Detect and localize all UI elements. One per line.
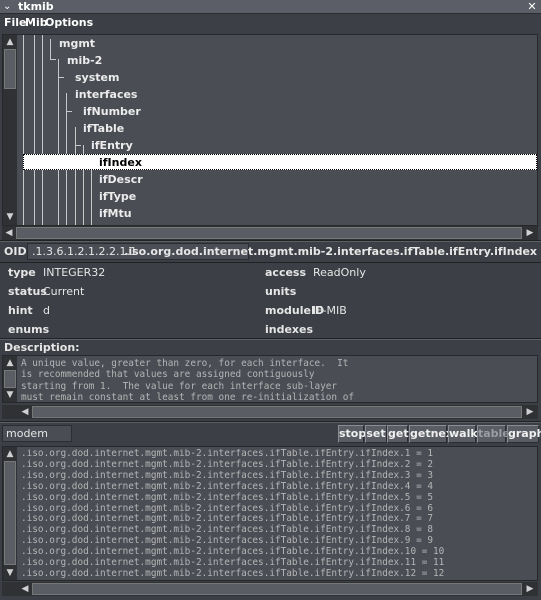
window-title: tkmib	[18, 0, 54, 13]
tree-node-iftype[interactable]: ifType	[99, 190, 136, 204]
divider	[0, 421, 541, 423]
output-panel: ▲ ▼ .iso.org.dod.internet.mgmt.mib-2.int…	[2, 446, 538, 581]
access-value: ReadOnly	[313, 266, 366, 279]
tree-node-iftable[interactable]: ifTable	[83, 122, 124, 136]
scroll-up-icon[interactable]: ▲	[4, 357, 16, 369]
enums-label: enums	[8, 323, 50, 336]
tree-node-system[interactable]: system	[75, 71, 119, 85]
close-icon[interactable]: ✕	[526, 1, 538, 13]
tree-hscroll-thumb[interactable]	[16, 227, 522, 239]
description-line: is recommended that values are assigned …	[21, 369, 315, 381]
description-line: starting from 1. The value for each inte…	[21, 380, 338, 392]
description-line: must remain constant at least from one r…	[21, 391, 355, 402]
scroll-up-icon[interactable]: ▲	[4, 448, 16, 460]
tree-node-ifdescr[interactable]: ifDescr	[99, 173, 143, 187]
divider	[0, 240, 541, 242]
tree-node-mgmt[interactable]: mgmt	[59, 37, 95, 51]
description-hscroll-thumb[interactable]	[32, 406, 522, 418]
scroll-down-icon[interactable]: ▼	[4, 211, 16, 223]
menu-file[interactable]: File	[4, 16, 27, 29]
tree-horizontal-scrollbar[interactable]: ◀ ▶	[2, 226, 538, 240]
properties-panel: type INTEGER32 access ReadOnly status Cu…	[0, 262, 541, 339]
output-line: .iso.org.dod.internet.mgmt.mib-2.interfa…	[21, 567, 445, 579]
mib-tree: mgmt mib-2 system interfaces ifNumber if…	[19, 35, 537, 225]
output-hscroll-thumb[interactable]	[32, 583, 522, 595]
tree-node-ifindex[interactable]: ifIndex	[99, 156, 142, 170]
tree-node-ifmtu[interactable]: ifMtu	[99, 207, 132, 221]
tree-node-mib-2[interactable]: mib-2	[67, 54, 102, 68]
status-label: status	[8, 285, 47, 298]
tree-node-ifnumber[interactable]: ifNumber	[83, 105, 141, 119]
stop-button[interactable]: stop	[338, 425, 366, 443]
description-line: A unique value, greater than zero, for e…	[21, 358, 349, 369]
window-menu-icon[interactable]: ⌄	[3, 1, 15, 13]
description-scroll-thumb[interactable]	[4, 370, 16, 388]
output-scroll-thumb[interactable]	[4, 461, 16, 565]
get-button[interactable]: get	[387, 425, 409, 443]
status-value: Current	[43, 285, 85, 298]
type-label: type	[8, 266, 36, 279]
tree-node-interfaces[interactable]: interfaces	[75, 88, 137, 102]
oid-path: .iso.org.dod.internet.mgmt.mib-2.interfa…	[124, 245, 537, 258]
tree-node-ifentry[interactable]: ifEntry	[91, 139, 133, 153]
output-vertical-scrollbar[interactable]: ▲ ▼	[3, 447, 17, 580]
scroll-down-icon[interactable]: ▼	[4, 389, 16, 401]
tree-scroll-thumb[interactable]	[4, 49, 16, 89]
description-panel: ▲ ▼ A unique value, greater than zero, f…	[2, 355, 538, 403]
scroll-right-icon[interactable]: ▶	[524, 406, 536, 418]
output-line: .iso.org.dod.internet.mgmt.mib-2.interfa…	[21, 491, 434, 503]
oid-row: OID: .1.3.6.1.2.1.2.2.1.1 .iso.org.dod.i…	[0, 243, 541, 261]
menu-options[interactable]: Options	[45, 16, 93, 29]
indexes-label: indexes	[265, 323, 314, 336]
output-text: .iso.org.dod.internet.mgmt.mib-2.interfa…	[21, 449, 535, 579]
scroll-left-icon[interactable]: ◀	[19, 406, 31, 418]
scroll-right-icon[interactable]: ▶	[524, 583, 536, 595]
scroll-up-icon[interactable]: ▲	[4, 36, 16, 48]
description-vertical-scrollbar[interactable]: ▲ ▼	[3, 356, 17, 402]
units-label: units	[265, 285, 297, 298]
graph-button[interactable]: graph	[507, 425, 541, 443]
command-row: modem stop set get getnext walk table gr…	[0, 424, 541, 444]
scroll-left-icon[interactable]: ◀	[3, 227, 15, 239]
scroll-left-icon[interactable]: ◀	[19, 583, 31, 595]
scroll-right-icon[interactable]: ▶	[524, 227, 536, 239]
moduleid-value: IF-MIB	[313, 304, 347, 317]
type-value: INTEGER32	[43, 266, 106, 279]
output-horizontal-scrollbar[interactable]: ◀ ▶	[2, 582, 538, 596]
output-line: .iso.org.dod.internet.mgmt.mib-2.interfa…	[21, 480, 434, 492]
tree-vertical-scrollbar[interactable]: ▲ ▼	[3, 35, 17, 225]
description-horizontal-scrollbar[interactable]: ◀ ▶	[2, 405, 538, 419]
divider	[0, 338, 541, 340]
table-button[interactable]: table	[477, 425, 510, 443]
hint-label: hint	[8, 304, 33, 317]
set-button[interactable]: set	[365, 425, 387, 443]
mib-tree-panel: ▲ ▼ mgmt mib-2 system interfaces ifNumbe…	[2, 34, 538, 226]
scroll-down-icon[interactable]: ▼	[4, 567, 16, 579]
hint-value: d	[43, 304, 50, 317]
description-label: Description:	[4, 341, 80, 354]
title-bar: ⌄ tkmib ✕	[0, 0, 541, 14]
description-text: A unique value, greater than zero, for e…	[21, 358, 521, 402]
walk-button[interactable]: walk	[448, 425, 478, 443]
host-input[interactable]: modem	[2, 425, 72, 442]
access-label: access	[265, 266, 307, 279]
getnext-button[interactable]: getnext	[409, 425, 458, 443]
menu-bar: File Mib Options	[0, 14, 541, 32]
